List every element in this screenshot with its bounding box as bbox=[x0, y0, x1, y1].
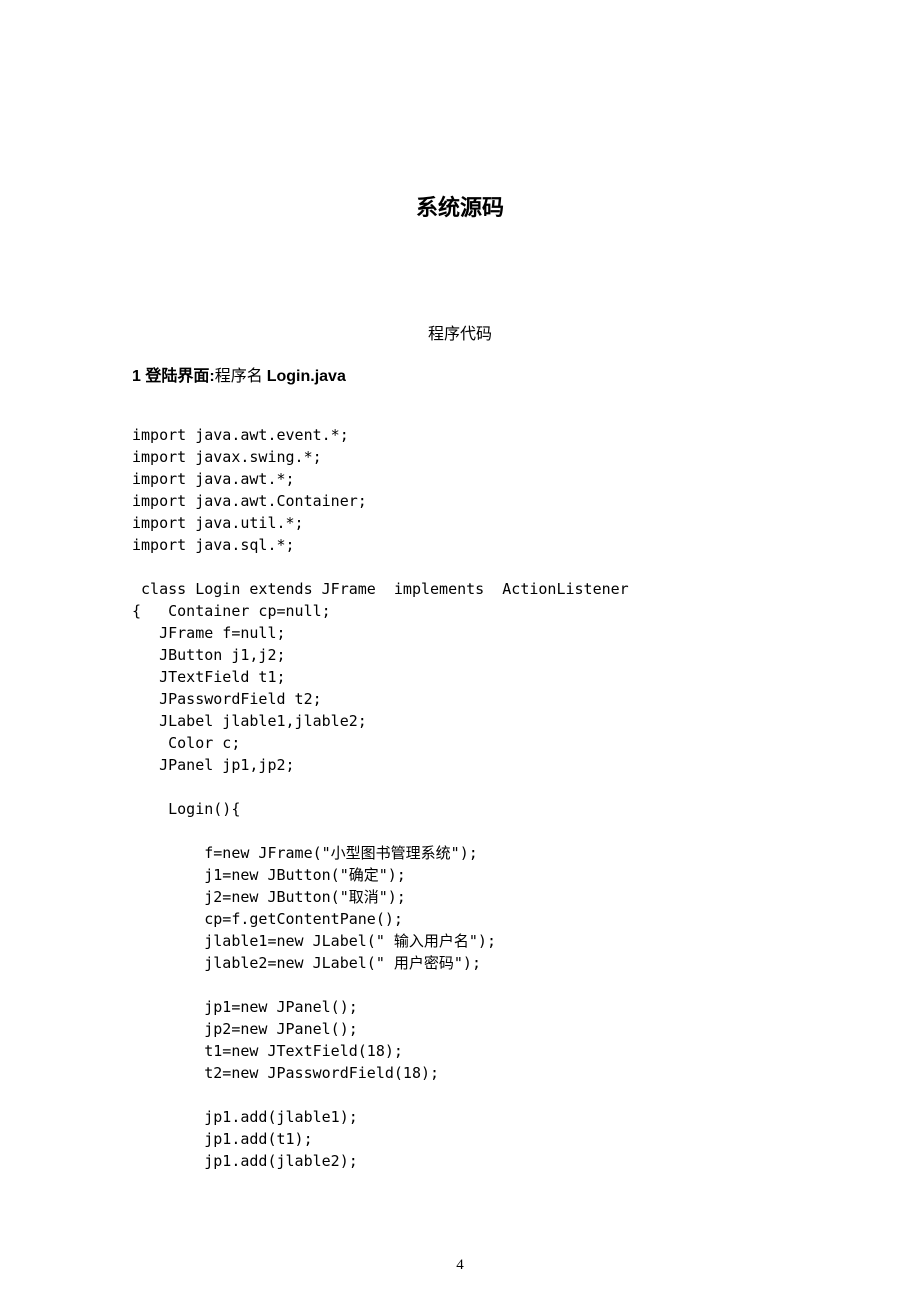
page-title: 系统源码 bbox=[132, 190, 788, 222]
section-label-bold: 登陆界面: bbox=[145, 368, 214, 385]
document-page: 系统源码 程序代码 1 登陆界面:程序名 Login.java import j… bbox=[0, 0, 920, 1172]
page-number: 4 bbox=[0, 1257, 920, 1274]
section-number: 1 bbox=[132, 368, 141, 385]
section-heading: 1 登陆界面:程序名 Login.java bbox=[132, 362, 788, 386]
section-filename: Login.java bbox=[267, 368, 346, 385]
section-label-normal: 程序名 bbox=[215, 368, 263, 385]
code-listing: import java.awt.event.*; import javax.sw… bbox=[132, 424, 788, 1172]
section-subtitle: 程序代码 bbox=[132, 320, 788, 344]
